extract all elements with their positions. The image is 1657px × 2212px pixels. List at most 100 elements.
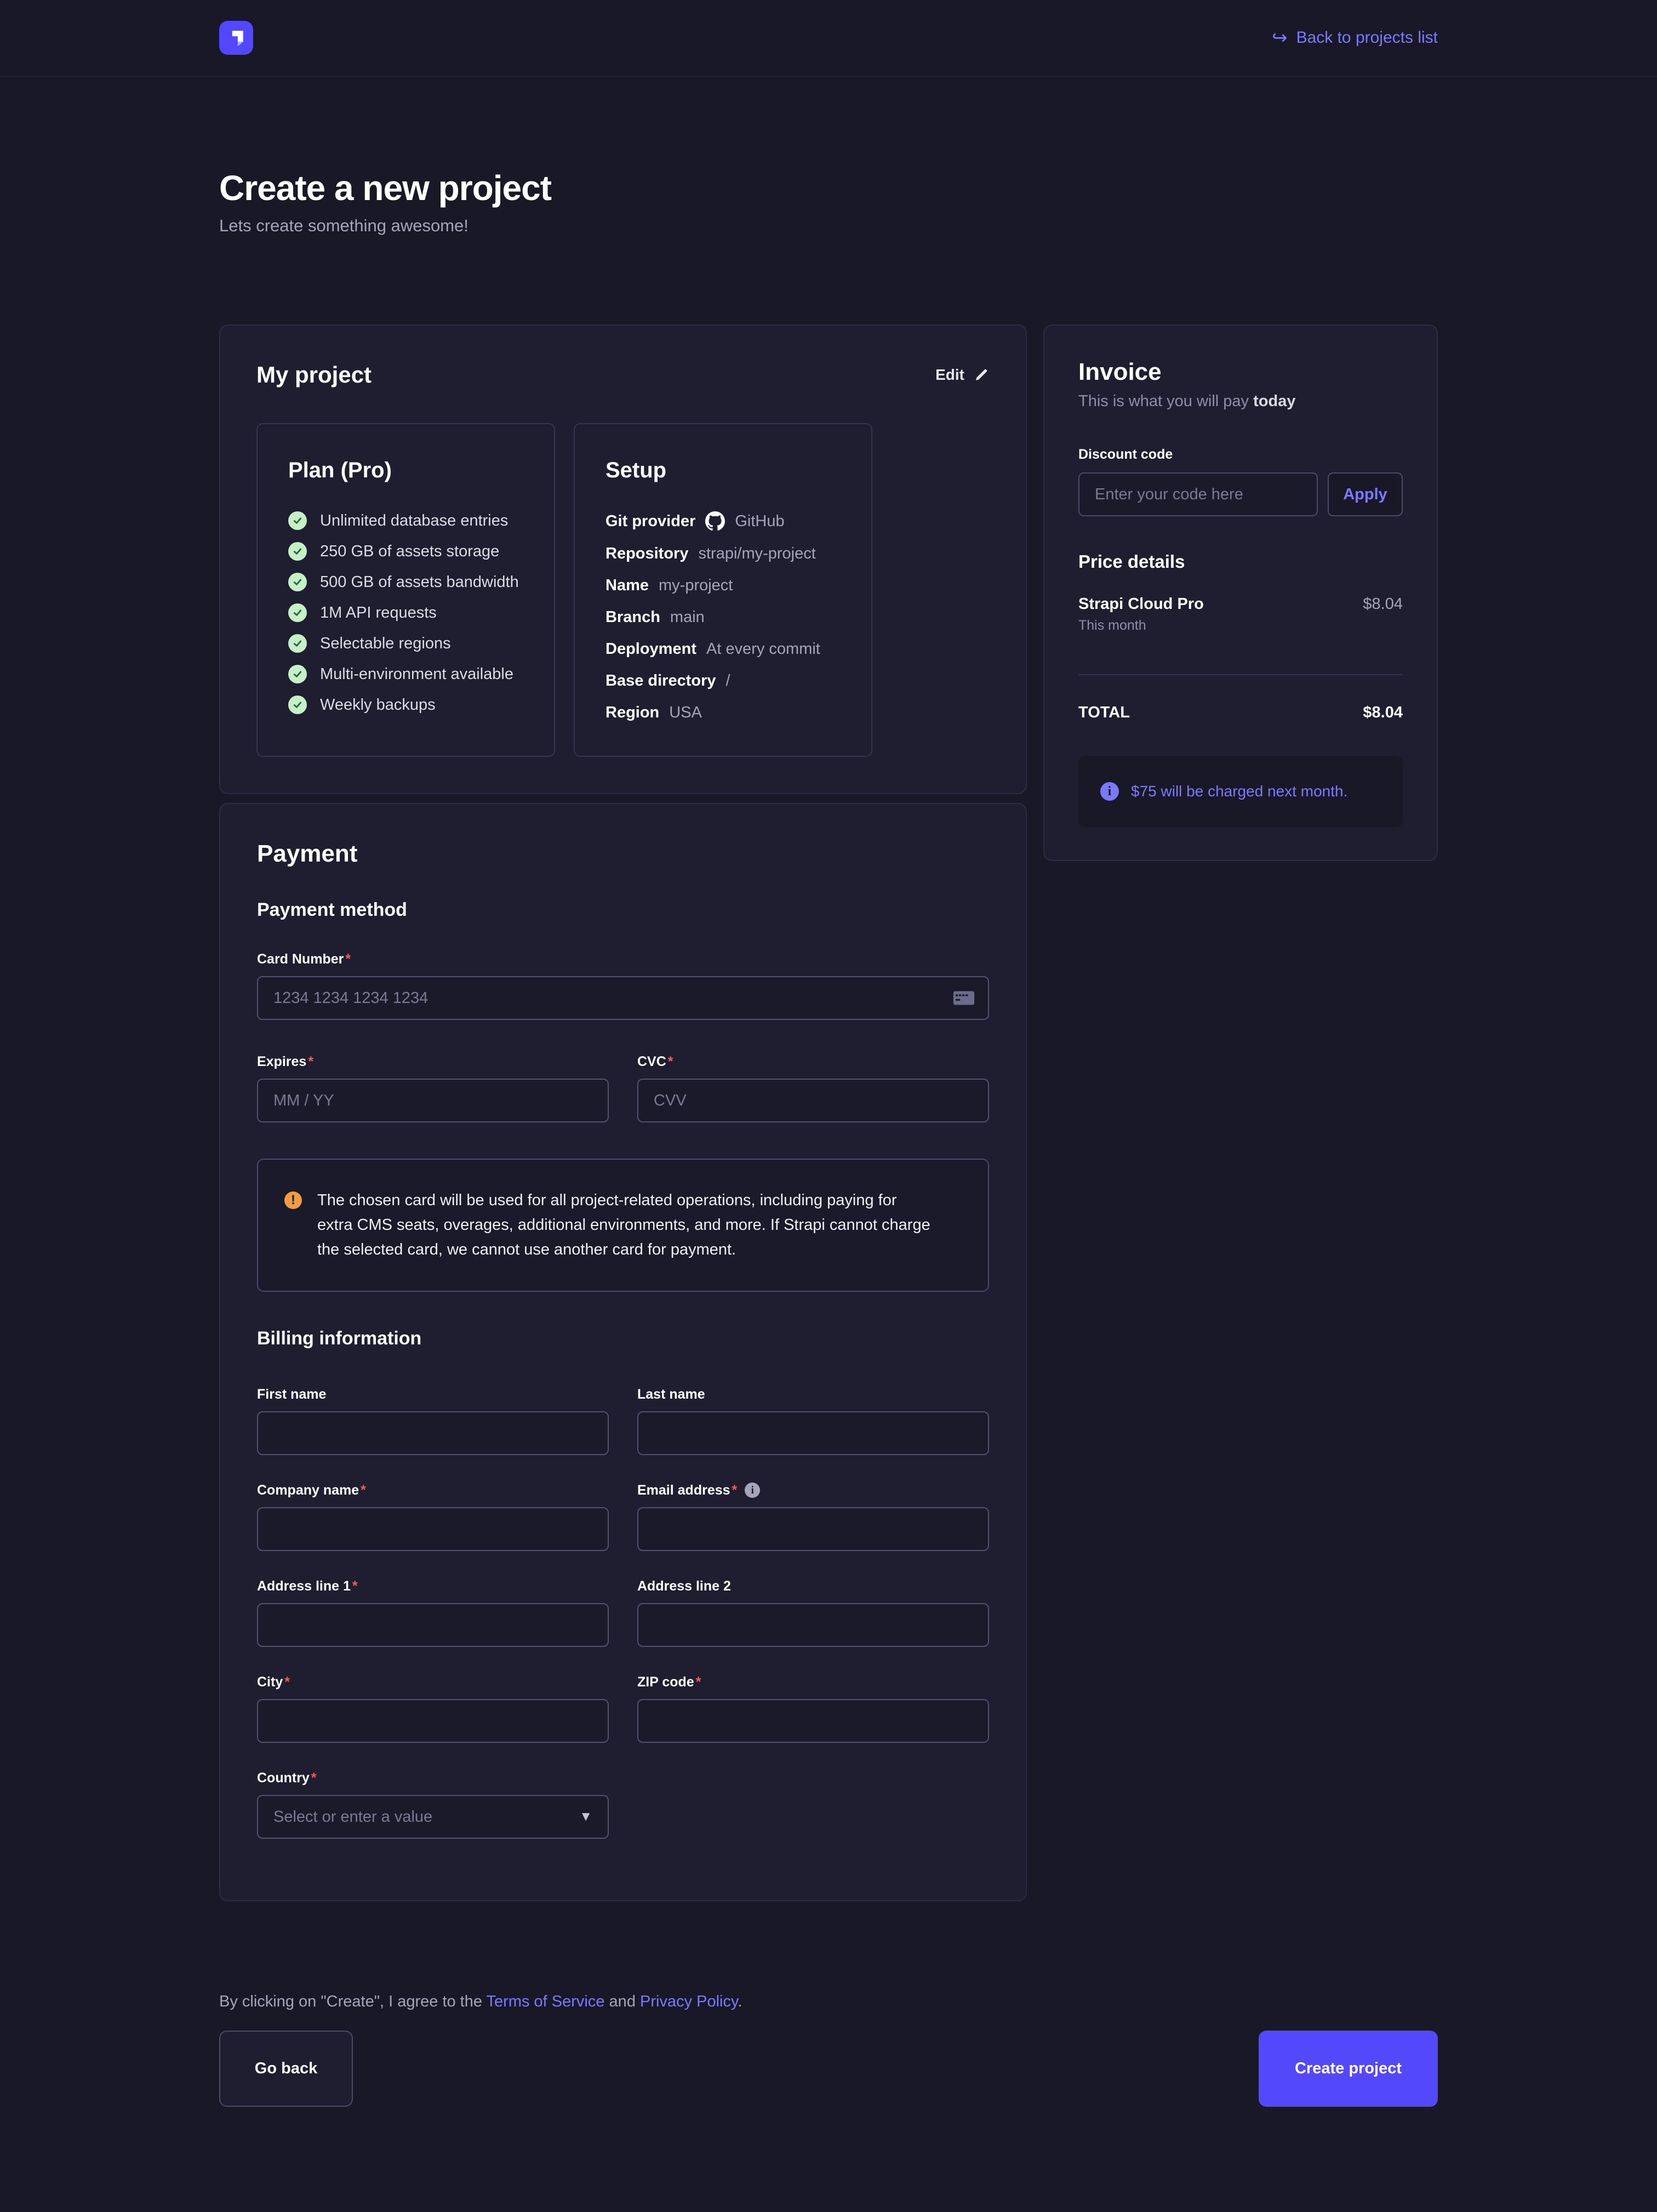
plan-feature: Unlimited database entries <box>288 511 523 530</box>
address-line-1-field: Address line 1* <box>257 1578 609 1647</box>
page-title: Create a new project <box>219 168 1438 208</box>
setup-row-base-directory: Base directory / <box>605 671 841 690</box>
check-icon <box>288 665 307 683</box>
next-month-notice: i $75 will be charged next month. <box>1078 756 1403 827</box>
page-subtitle: Lets create something awesome! <box>219 216 1438 236</box>
email-address-input[interactable] <box>637 1507 989 1551</box>
setup-rows: Git provider GitHub Repository strapi/my… <box>605 511 841 722</box>
last-name-field: Last name <box>637 1387 989 1455</box>
zip-code-label: ZIP code* <box>637 1674 989 1690</box>
setup-row-deployment: Deployment At every commit <box>605 640 841 658</box>
my-project-title: My project <box>256 362 372 388</box>
company-name-field: Company name* <box>257 1483 609 1551</box>
edit-button[interactable]: Edit <box>935 366 990 384</box>
country-label: Country* <box>257 1770 609 1786</box>
pencil-icon <box>973 367 990 383</box>
payment-card: Payment Payment method Card Number* <box>219 803 1027 1901</box>
setup-row-branch: Branch main <box>605 608 841 626</box>
chevron-down-icon: ▼ <box>579 1809 592 1825</box>
required-marker: * <box>361 1483 366 1498</box>
payment-title: Payment <box>257 840 989 868</box>
card-disclaimer-box: ! The chosen card will be used for all p… <box>257 1159 989 1292</box>
terms-of-service-link[interactable]: Terms of Service <box>487 1993 605 2010</box>
setup-box: Setup Git provider GitHub <box>574 423 872 757</box>
privacy-policy-link[interactable]: Privacy Policy <box>640 1993 738 2010</box>
email-address-field: Email address* i <box>637 1483 989 1551</box>
credit-card-icon <box>953 990 975 1006</box>
back-to-projects-link[interactable]: ↪ Back to projects list <box>1272 28 1438 47</box>
first-name-field: First name <box>257 1387 609 1455</box>
setup-row-region: Region USA <box>605 703 841 722</box>
company-name-label: Company name* <box>257 1483 609 1498</box>
next-month-notice-text: $75 will be charged next month. <box>1131 783 1347 800</box>
check-icon <box>288 603 307 622</box>
back-arrow-icon: ↪ <box>1272 28 1288 47</box>
billing-information-title: Billing information <box>257 1328 989 1349</box>
email-address-label: Email address* i <box>637 1483 989 1498</box>
apply-button[interactable]: Apply <box>1328 472 1403 516</box>
setup-title: Setup <box>605 458 841 483</box>
edit-button-label: Edit <box>935 366 964 384</box>
required-marker: * <box>308 1054 313 1070</box>
payment-method-title: Payment method <box>257 899 989 921</box>
plan-feature-list: Unlimited database entries 250 GB of ass… <box>288 511 523 714</box>
invoice-title: Invoice <box>1078 358 1403 386</box>
zip-code-input[interactable] <box>637 1699 989 1743</box>
main-content: Create a new project Lets create somethi… <box>219 168 1438 2107</box>
plan-feature: 250 GB of assets storage <box>288 542 523 561</box>
check-icon <box>288 695 307 714</box>
last-name-input[interactable] <box>637 1411 989 1455</box>
invoice-divider <box>1078 674 1403 675</box>
required-marker: * <box>352 1578 358 1594</box>
info-icon[interactable]: i <box>745 1483 760 1498</box>
first-name-input[interactable] <box>257 1411 609 1455</box>
go-back-button[interactable]: Go back <box>219 2031 353 2107</box>
address-line-1-label: Address line 1* <box>257 1578 609 1594</box>
back-link-label: Back to projects list <box>1296 28 1438 47</box>
setup-row-repository: Repository strapi/my-project <box>605 544 841 563</box>
plan-feature: Weekly backups <box>288 695 523 714</box>
address-line-1-input[interactable] <box>257 1603 609 1647</box>
company-name-input[interactable] <box>257 1507 609 1551</box>
price-details-title: Price details <box>1078 551 1403 572</box>
required-marker: * <box>284 1674 290 1690</box>
cvc-input[interactable] <box>637 1079 989 1122</box>
price-line-item: Strapi Cloud Pro $8.04 <box>1078 595 1403 613</box>
terms-agreement-text: By clicking on "Create", I agree to the … <box>219 1993 1438 2011</box>
warning-icon: ! <box>284 1191 302 1209</box>
city-input[interactable] <box>257 1699 609 1743</box>
price-line-period: This month <box>1078 618 1403 634</box>
plan-feature: 1M API requests <box>288 603 523 622</box>
create-project-button[interactable]: Create project <box>1259 2031 1438 2107</box>
expires-input[interactable] <box>257 1079 609 1122</box>
setup-row-name: Name my-project <box>605 576 841 595</box>
required-marker: * <box>345 951 351 967</box>
expires-field: Expires* <box>257 1054 609 1122</box>
required-marker: * <box>668 1054 673 1070</box>
top-header: ↪ Back to projects list <box>0 0 1657 77</box>
discount-code-label: Discount code <box>1078 447 1403 463</box>
plan-box: Plan (Pro) Unlimited database entries 25… <box>256 423 555 757</box>
city-field: City* <box>257 1674 609 1743</box>
plan-feature: 500 GB of assets bandwidth <box>288 573 523 591</box>
strapi-logo[interactable] <box>219 21 253 55</box>
country-select[interactable]: Select or enter a value ▼ <box>257 1795 609 1839</box>
card-number-input[interactable] <box>257 976 989 1020</box>
check-icon <box>288 511 307 530</box>
first-name-label: First name <box>257 1387 609 1403</box>
my-project-card: My project Edit Plan (Pro) <box>219 324 1027 794</box>
last-name-label: Last name <box>637 1387 989 1403</box>
required-marker: * <box>311 1770 317 1786</box>
plan-title: Plan (Pro) <box>288 458 523 483</box>
address-line-2-input[interactable] <box>637 1603 989 1647</box>
invoice-subtitle: This is what you will pay today <box>1078 392 1403 411</box>
required-marker: * <box>732 1483 738 1498</box>
total-row: TOTAL $8.04 <box>1078 704 1403 722</box>
invoice-card: Invoice This is what you will pay today … <box>1043 324 1438 861</box>
discount-code-input[interactable] <box>1078 472 1318 516</box>
card-number-label: Card Number* <box>257 951 989 967</box>
strapi-logo-glyph <box>227 28 245 47</box>
required-marker: * <box>696 1674 701 1690</box>
plan-feature: Selectable regions <box>288 634 523 653</box>
info-icon: i <box>1100 782 1119 801</box>
